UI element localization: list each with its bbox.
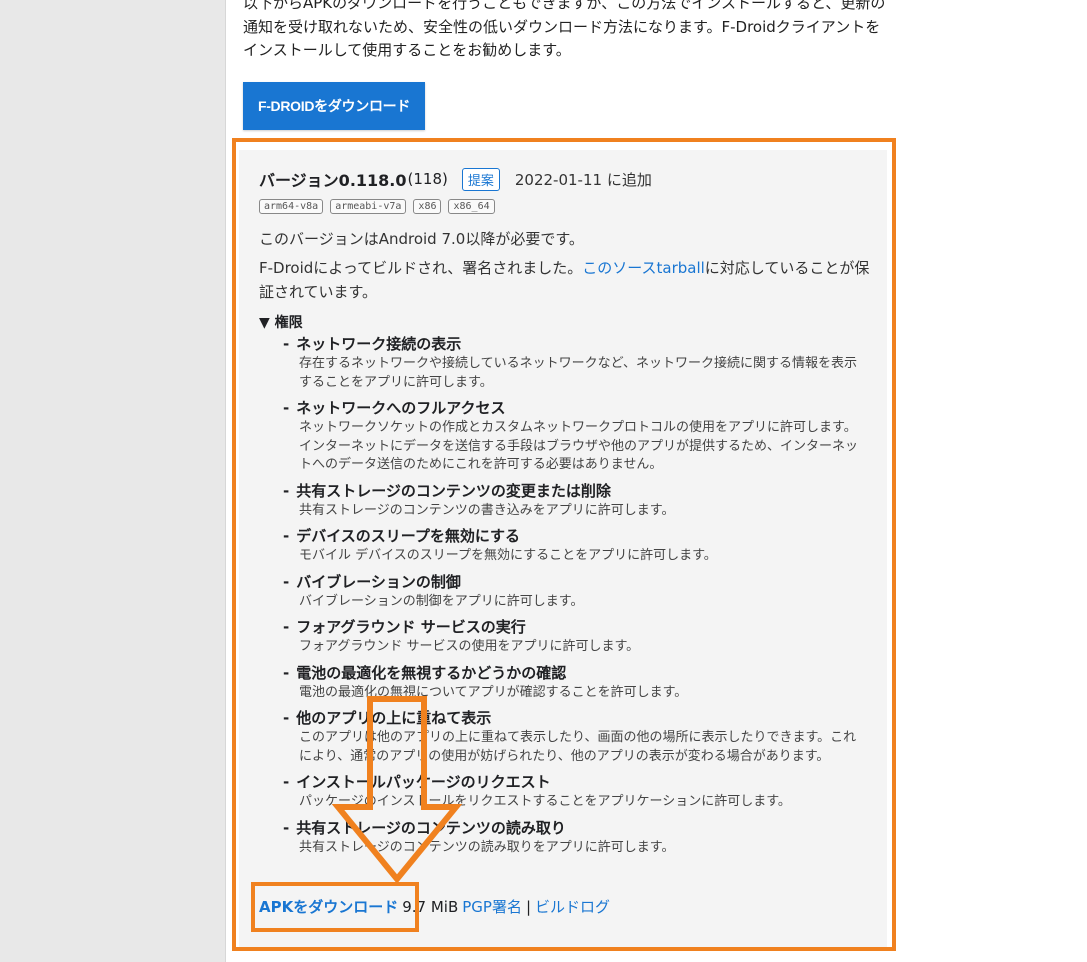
bullet-dash: - <box>283 481 290 500</box>
permission-description: フォアグラウンド サービスの使用をアプリに許可します。 <box>299 639 640 654</box>
permission-name: - 電池の最適化を無視するかどうかの確認 <box>283 663 863 684</box>
permission-description: 共有ストレージのコンテンツの書き込みをアプリに許可します。 <box>299 502 675 518</box>
permission-item: - 共有ストレージのコンテンツの変更または削除 共有ストレージのコンテンツの書き込み… <box>283 481 863 521</box>
android-requirement: このバージョンはAndroid 7.0以降が必要です。 <box>259 230 584 248</box>
permission-item: - 電池の最適化を無視するかどうかの確認 電池の最適化の無視についてアプリが確認する… <box>283 663 863 703</box>
abi-tag: arm64-v8a <box>259 199 324 214</box>
permission-title: デバイスのスリープを無効にする <box>296 527 521 545</box>
bullet-dash: - <box>283 773 290 791</box>
download-fdroid-button[interactable]: F-DROIDをダウンロード <box>243 82 425 130</box>
abi-tag: x86 <box>413 199 442 214</box>
bullet-dash: - <box>283 818 290 837</box>
version-title: バージョン0.118.0 <box>259 171 407 190</box>
permission-title: バイブレーションの制御 <box>296 572 461 591</box>
permissions-list: - ネットワーク接続の表示 存在するネットワークや接続しているネットワークなど、ネッ… <box>283 334 863 863</box>
permission-description: モバイル デバイスのスリープを無効にすることをアプリに許可します。 <box>299 548 717 563</box>
permission-item: - フォアグラウンド サービスの実行 フォアグラウンド サービスの使用をアプリに許可… <box>283 617 863 657</box>
permission-name: - ネットワークへのフルアクセス <box>283 398 863 419</box>
bullet-dash: - <box>283 335 290 353</box>
permission-description: 電池の最適化の無視についてアプリが確認することを許可します。 <box>299 684 688 700</box>
permission-item: - バイブレーションの制御 バイブレーションの制御をアプリに許可します。 <box>283 572 863 612</box>
permission-item: - 他のアプリの上に重ねて表示 このアプリは他のアプリの上に重ねて表示したり、画面の… <box>283 708 863 766</box>
bullet-dash: - <box>283 709 290 727</box>
bullet-dash: - <box>283 618 290 636</box>
permission-item: - インストールパッケージのリクエスト パッケージのインストールをリクエストすること… <box>283 772 863 812</box>
version-header: バージョン0.118.0 (118) 提案 2022-01-11 に追加 <box>259 167 652 191</box>
permission-item: - ネットワーク接続の表示 存在するネットワークや接続しているネットワークなど、ネッ… <box>283 334 863 392</box>
build-info-prefix: F-Droidによってビルドされ、署名されました。 <box>259 259 583 277</box>
suggested-badge: 提案 <box>461 167 500 191</box>
permission-name: - バイブレーションの制御 <box>283 572 863 593</box>
permission-description: 存在するネットワークや接続しているネットワークなど、ネットワーク接続に関する情報… <box>299 356 857 390</box>
source-tarball-link[interactable]: このソースtarball <box>582 259 705 277</box>
permission-title: 共有ストレージのコンテンツの読み取り <box>296 818 566 837</box>
download-row: APKをダウンロード 9.7 MiB PGP署名 | ビルドログ <box>259 896 610 917</box>
permission-title: インストールパッケージのリクエスト <box>296 773 551 791</box>
permission-item: - 共有ストレージのコンテンツの読み取り 共有ストレージのコンテンツの読み取りをアプ… <box>283 818 863 858</box>
abi-tag: x86_64 <box>448 199 495 214</box>
permission-description: バイブレーションの制御をアプリに許可します。 <box>299 593 584 609</box>
permission-name: - デバイスのスリープを無効にする <box>283 526 863 547</box>
permission-title: 電池の最適化を無視するかどうかの確認 <box>296 663 567 682</box>
permission-item: - デバイスのスリープを無効にする モバイル デバイスのスリープを無効にすることをア… <box>283 526 863 566</box>
page-content: 以下からAPKのダウンロードを行うこともできますが、この方法でインストールすると… <box>225 0 1087 962</box>
permission-title: ネットワーク接続の表示 <box>296 335 462 353</box>
permission-description: このアプリは他のアプリの上に重ねて表示したり、画面の他の場所に表示したりできます… <box>299 730 857 764</box>
pgp-signature-link[interactable]: PGP署名 <box>462 896 522 917</box>
bullet-dash: - <box>283 399 290 417</box>
added-date: 2022-01-11 に追加 <box>514 170 652 189</box>
permission-name: - フォアグラウンド サービスの実行 <box>283 617 863 638</box>
build-info: F-Droidによってビルドされ、署名されました。このソースtarballに対応… <box>259 256 874 304</box>
download-apk-link[interactable]: APKをダウンロード <box>259 896 398 917</box>
link-separator: | <box>525 898 532 916</box>
abi-tag: armeabi-v7a <box>330 199 407 214</box>
permission-name: - 共有ストレージのコンテンツの読み取り <box>283 818 863 839</box>
permission-description: パッケージのインストールをリクエストすることをアプリケーションに許可します。 <box>299 794 791 809</box>
permission-name: - ネットワーク接続の表示 <box>283 334 863 355</box>
version-entry: バージョン0.118.0 (118) 提案 2022-01-11 に追加 arm… <box>239 150 887 947</box>
permission-description: 共有ストレージのコンテンツの読み取りをアプリに許可します。 <box>299 839 675 855</box>
permission-title: ネットワークへのフルアクセス <box>296 399 506 417</box>
permission-item: - ネットワークへのフルアクセス ネットワークソケットの作成とカスタムネットワークプ… <box>283 398 863 475</box>
bullet-dash: - <box>283 572 290 591</box>
permission-name: - インストールパッケージのリクエスト <box>283 772 863 793</box>
permissions-toggle[interactable]: ▼ 権限 <box>259 312 303 332</box>
apk-size: 9.7 MiB <box>402 898 459 916</box>
permission-title: 共有ストレージのコンテンツの変更または削除 <box>296 481 611 500</box>
bullet-dash: - <box>283 527 290 545</box>
abi-list: arm64-v8a armeabi-v7a x86 x86_64 <box>259 199 495 214</box>
permission-title: 他のアプリの上に重ねて表示 <box>296 709 492 727</box>
version-code: (118) <box>407 170 448 188</box>
build-log-link[interactable]: ビルドログ <box>535 896 610 917</box>
bullet-dash: - <box>283 663 290 682</box>
permission-description: ネットワークソケットの作成とカスタムネットワークプロトコルの使用をアプリに許可し… <box>299 420 859 472</box>
permission-name: - 共有ストレージのコンテンツの変更または削除 <box>283 481 863 502</box>
intro-text: 以下からAPKのダウンロードを行うこともできますが、この方法でインストールすると… <box>243 0 886 59</box>
permission-title: フォアグラウンド サービスの実行 <box>296 618 526 636</box>
permission-name: - 他のアプリの上に重ねて表示 <box>283 708 863 729</box>
